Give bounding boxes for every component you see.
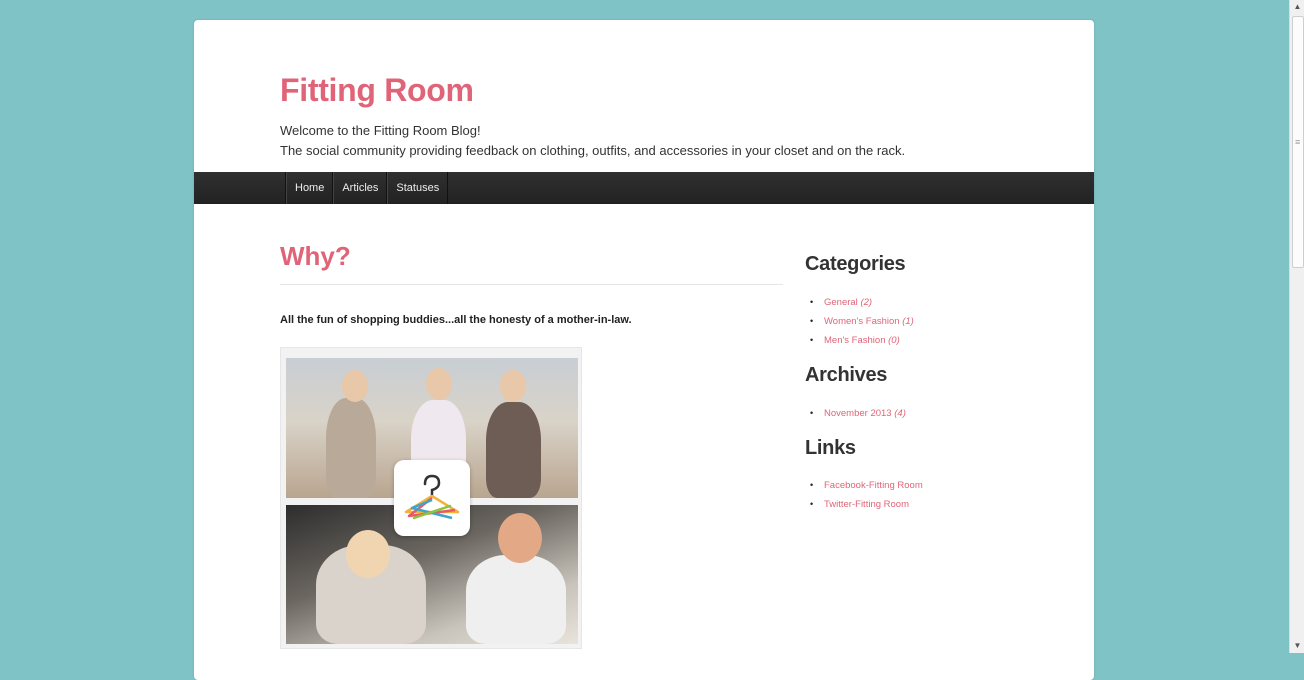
archive-count: (4) bbox=[894, 408, 906, 419]
list-item: Men's Fashion (0) bbox=[805, 331, 914, 350]
link-facebook[interactable]: Facebook-Fitting Room bbox=[824, 480, 923, 491]
category-link-general[interactable]: General bbox=[824, 297, 858, 308]
category-link-mens-fashion[interactable]: Men's Fashion bbox=[824, 335, 885, 346]
list-item: Twitter-Fitting Room bbox=[805, 495, 923, 514]
nav-item-articles[interactable]: Articles bbox=[333, 172, 388, 204]
post-divider bbox=[280, 284, 783, 285]
links-list: Facebook-Fitting Room Twitter-Fitting Ro… bbox=[805, 476, 923, 514]
site-tagline: Welcome to the Fitting Room Blog! The so… bbox=[280, 121, 905, 161]
tagline-line-1: Welcome to the Fitting Room Blog! bbox=[280, 123, 481, 138]
nav-menu: Home Articles Statuses bbox=[285, 172, 449, 204]
main-navbar: Home Articles Statuses bbox=[194, 172, 1094, 204]
categories-list: General (2) Women's Fashion (1) Men's Fa… bbox=[805, 293, 914, 350]
hanger-question-icon bbox=[394, 460, 470, 536]
link-twitter[interactable]: Twitter-Fitting Room bbox=[824, 499, 909, 510]
page-container: Fitting Room Welcome to the Fitting Room… bbox=[194, 20, 1094, 680]
nav-item-statuses[interactable]: Statuses bbox=[387, 172, 449, 204]
tagline-line-2: The social community providing feedback … bbox=[280, 143, 906, 158]
post-image bbox=[280, 347, 582, 649]
site-title[interactable]: Fitting Room bbox=[280, 72, 474, 109]
vertical-scrollbar[interactable]: ▲ ≡ ▼ bbox=[1289, 0, 1304, 653]
list-item: November 2013 (4) bbox=[805, 404, 906, 423]
list-item: General (2) bbox=[805, 293, 914, 312]
links-heading: Links bbox=[805, 437, 856, 459]
nav-item-home[interactable]: Home bbox=[286, 172, 334, 204]
archive-link-november-2013[interactable]: November 2013 bbox=[824, 408, 892, 419]
post-title[interactable]: Why? bbox=[280, 241, 351, 272]
scroll-grip-icon: ≡ bbox=[1295, 137, 1301, 147]
archives-heading: Archives bbox=[805, 364, 888, 386]
list-item: Facebook-Fitting Room bbox=[805, 476, 923, 495]
post-lead-text: All the fun of shopping buddies...all th… bbox=[280, 314, 632, 326]
category-count: (2) bbox=[860, 297, 873, 308]
scroll-down-icon[interactable]: ▼ bbox=[1290, 639, 1304, 653]
category-count: (1) bbox=[902, 316, 914, 327]
archives-list: November 2013 (4) bbox=[805, 404, 906, 423]
categories-heading: Categories bbox=[805, 253, 906, 275]
list-item: Women's Fashion (1) bbox=[805, 312, 914, 331]
scroll-up-icon[interactable]: ▲ bbox=[1290, 0, 1304, 14]
category-count: (0) bbox=[888, 335, 900, 346]
category-link-womens-fashion[interactable]: Women's Fashion bbox=[824, 316, 900, 327]
